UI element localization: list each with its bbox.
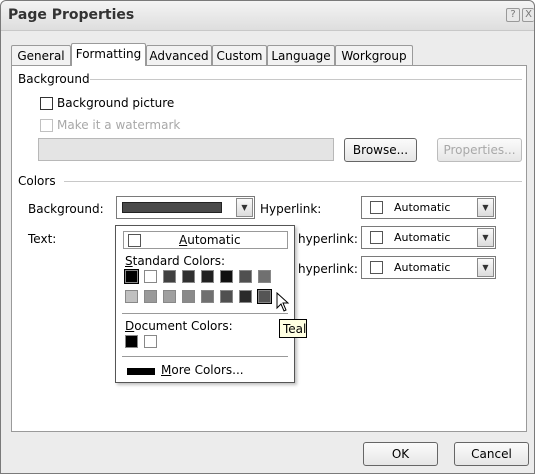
color-picker-popup: Automatic Standard Colors: Document Colo… — [115, 225, 295, 383]
chevron-down-icon[interactable]: ▼ — [477, 198, 494, 217]
background-group-title: Background — [18, 72, 90, 86]
standard-color-swatch[interactable] — [201, 270, 214, 283]
colors-group-title: Colors — [18, 174, 56, 188]
automatic-color-option[interactable]: Automatic — [123, 231, 288, 249]
ok-button[interactable]: OK — [363, 442, 438, 466]
background-picture-label: Background picture — [57, 96, 175, 110]
browse-button[interactable]: Browse... — [344, 138, 417, 162]
color-tooltip: Teal — [279, 319, 307, 338]
automatic-color-swatch — [128, 234, 141, 247]
colors-group-divider — [64, 181, 522, 182]
popup-divider — [122, 356, 288, 357]
page-properties-dialog: Page Properties ? X General Formatting A… — [0, 0, 535, 474]
document-color-swatch[interactable] — [144, 335, 157, 348]
tab-advanced[interactable]: Advanced — [146, 45, 212, 65]
visited-hyperlink-color-value: Automatic — [394, 231, 451, 244]
standard-color-swatch[interactable] — [163, 270, 176, 283]
dialog-title: Page Properties — [8, 7, 135, 23]
tab-general[interactable]: General — [11, 45, 71, 65]
chevron-down-icon[interactable]: ▼ — [477, 258, 494, 277]
visited-hyperlink-color-swatch — [370, 231, 383, 244]
text-color-label: Text: — [28, 232, 57, 246]
visited-hyperlink-label: hyperlink: — [298, 232, 358, 246]
more-colors-swatch — [127, 368, 155, 375]
standard-color-swatch[interactable] — [163, 290, 176, 303]
hyperlink-color-swatch — [370, 201, 383, 214]
hyperlink-color-dropdown[interactable]: Automatic ▼ — [361, 196, 496, 219]
standard-color-swatch[interactable] — [239, 270, 252, 283]
standard-color-swatch[interactable] — [201, 290, 214, 303]
chevron-down-icon[interactable]: ▼ — [477, 228, 494, 247]
standard-color-swatch[interactable] — [124, 269, 139, 284]
tab-workgroup[interactable]: Workgroup — [335, 45, 413, 65]
tab-formatting[interactable]: Formatting — [71, 43, 146, 66]
standard-colors-label: Standard Colors: — [125, 254, 226, 268]
more-colors-label: More Colors... — [161, 363, 244, 377]
chevron-down-icon[interactable]: ▼ — [236, 198, 253, 217]
background-color-swatch — [122, 202, 222, 213]
visited-hyperlink-color-dropdown[interactable]: Automatic ▼ — [361, 226, 496, 249]
more-colors-option[interactable]: More Colors... — [123, 363, 283, 381]
active-hyperlink-color-swatch — [370, 261, 383, 274]
background-picture-path-field — [38, 138, 334, 161]
active-hyperlink-color-value: Automatic — [394, 261, 451, 274]
hyperlink-label: Hyperlink: — [260, 202, 322, 216]
standard-color-swatch[interactable] — [258, 270, 271, 283]
standard-color-swatch[interactable] — [257, 289, 272, 304]
active-hyperlink-color-dropdown[interactable]: Automatic ▼ — [361, 256, 496, 279]
standard-color-swatch[interactable] — [144, 270, 157, 283]
tab-custom[interactable]: Custom — [212, 45, 267, 65]
standard-color-swatch[interactable] — [182, 270, 195, 283]
active-hyperlink-label: hyperlink: — [298, 262, 358, 276]
close-icon[interactable]: X — [522, 8, 534, 22]
help-icon[interactable]: ? — [506, 8, 520, 22]
standard-color-swatch[interactable] — [125, 290, 138, 303]
standard-color-swatch[interactable] — [220, 270, 233, 283]
standard-color-swatch[interactable] — [220, 290, 233, 303]
background-group-divider — [90, 79, 522, 80]
background-color-dropdown[interactable]: ▼ — [116, 196, 255, 219]
automatic-color-label: Automatic — [179, 233, 241, 247]
document-color-swatch[interactable] — [125, 335, 138, 348]
standard-color-swatch[interactable] — [239, 290, 252, 303]
document-colors-label: Document Colors: — [125, 319, 233, 333]
watermark-checkbox[interactable] — [40, 119, 53, 132]
properties-button[interactable]: Properties... — [437, 138, 522, 162]
cancel-button[interactable]: Cancel — [454, 442, 529, 466]
standard-color-swatch[interactable] — [182, 290, 195, 303]
mouse-pointer-icon — [276, 292, 290, 312]
tab-language[interactable]: Language — [267, 45, 335, 65]
popup-divider — [122, 313, 288, 314]
title-bar: Page Properties ? X — [1, 1, 534, 31]
watermark-label: Make it a watermark — [57, 118, 181, 132]
background-color-label: Background: — [28, 202, 104, 216]
hyperlink-color-value: Automatic — [394, 201, 451, 214]
background-picture-checkbox[interactable] — [40, 97, 53, 110]
standard-color-swatch[interactable] — [144, 290, 157, 303]
